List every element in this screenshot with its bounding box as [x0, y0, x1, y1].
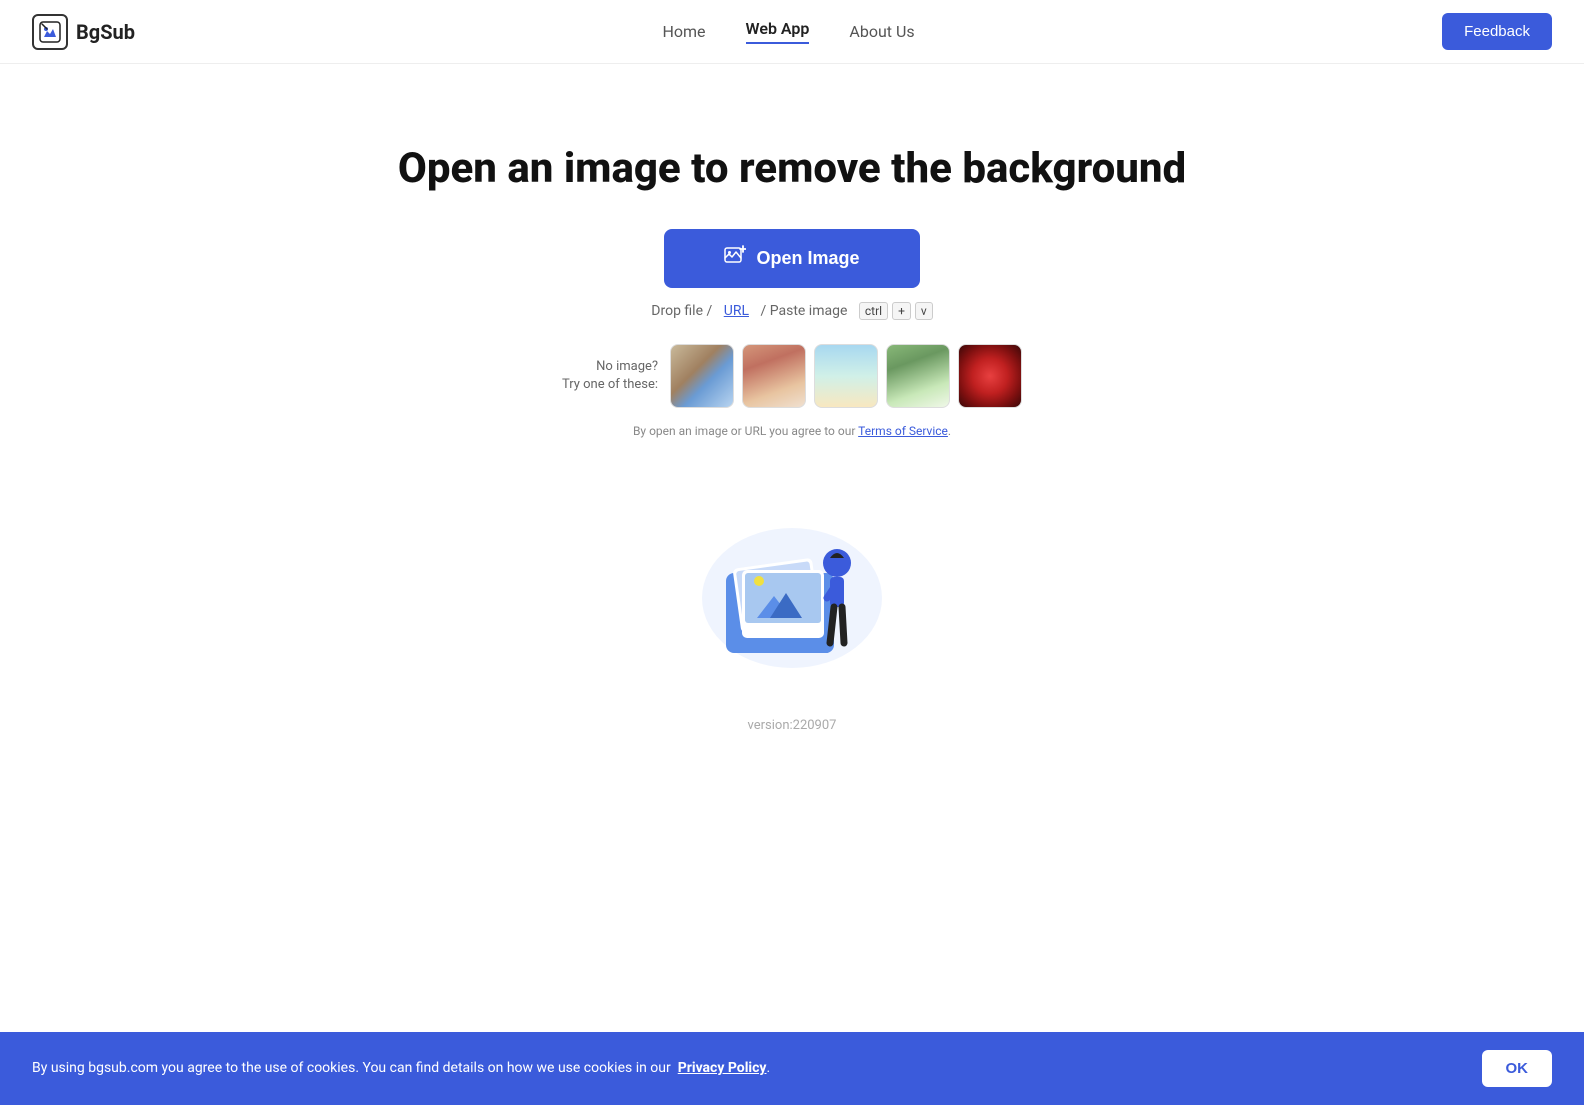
tos-link[interactable]: Terms of Service: [858, 424, 948, 438]
sample-thumb-1[interactable]: [670, 344, 734, 408]
logo-link[interactable]: BgSub: [32, 14, 135, 50]
kbd-plus: +: [892, 302, 911, 320]
main-content: Open an image to remove the background O…: [0, 64, 1584, 773]
sample-thumb-3[interactable]: [814, 344, 878, 408]
cookie-ok-button[interactable]: OK: [1482, 1050, 1553, 1087]
illustration: [682, 478, 902, 678]
sample-section: No image? Try one of these:: [562, 344, 1022, 408]
cookie-text: By using bgsub.com you agree to the use …: [32, 1058, 1462, 1079]
drop-hint: Drop file / URL / Paste image ctrl + v: [651, 302, 932, 320]
sample-images: [670, 344, 1022, 408]
sample-thumb-4[interactable]: [886, 344, 950, 408]
version-text: version:220907: [748, 718, 837, 733]
navbar: BgSub Home Web App About Us Feedback: [0, 0, 1584, 64]
nav-webapp[interactable]: Web App: [746, 19, 810, 44]
sample-thumb-5[interactable]: [958, 344, 1022, 408]
no-image-line2: Try one of these:: [562, 377, 658, 392]
open-image-icon: [724, 245, 746, 272]
open-image-button[interactable]: Open Image: [664, 229, 919, 288]
drop-hint-middle: / Paste image: [760, 303, 847, 319]
tos-text: By open an image or URL you agree to our…: [633, 424, 951, 438]
sample-thumb-2[interactable]: [742, 344, 806, 408]
open-image-label: Open Image: [756, 248, 859, 269]
tos-period: .: [948, 424, 951, 438]
logo-text: BgSub: [76, 20, 135, 44]
feedback-button[interactable]: Feedback: [1442, 13, 1552, 50]
logo-icon: [32, 14, 68, 50]
tos-prefix: By open an image or URL you agree to our: [633, 424, 855, 438]
nav-home[interactable]: Home: [662, 22, 705, 41]
kbd-v: v: [915, 302, 933, 320]
no-image-line1: No image?: [596, 359, 658, 374]
nav-links: Home Web App About Us: [662, 19, 914, 44]
drop-hint-prefix: Drop file /: [651, 303, 712, 319]
kbd-ctrl: ctrl: [859, 302, 888, 320]
hero-title: Open an image to remove the background: [398, 144, 1186, 193]
privacy-policy-link[interactable]: Privacy Policy: [678, 1060, 767, 1076]
cookie-banner: By using bgsub.com you agree to the use …: [0, 1032, 1584, 1105]
nav-aboutus[interactable]: About Us: [849, 22, 914, 41]
sample-label: No image? Try one of these:: [562, 358, 658, 394]
url-link[interactable]: URL: [724, 303, 749, 319]
